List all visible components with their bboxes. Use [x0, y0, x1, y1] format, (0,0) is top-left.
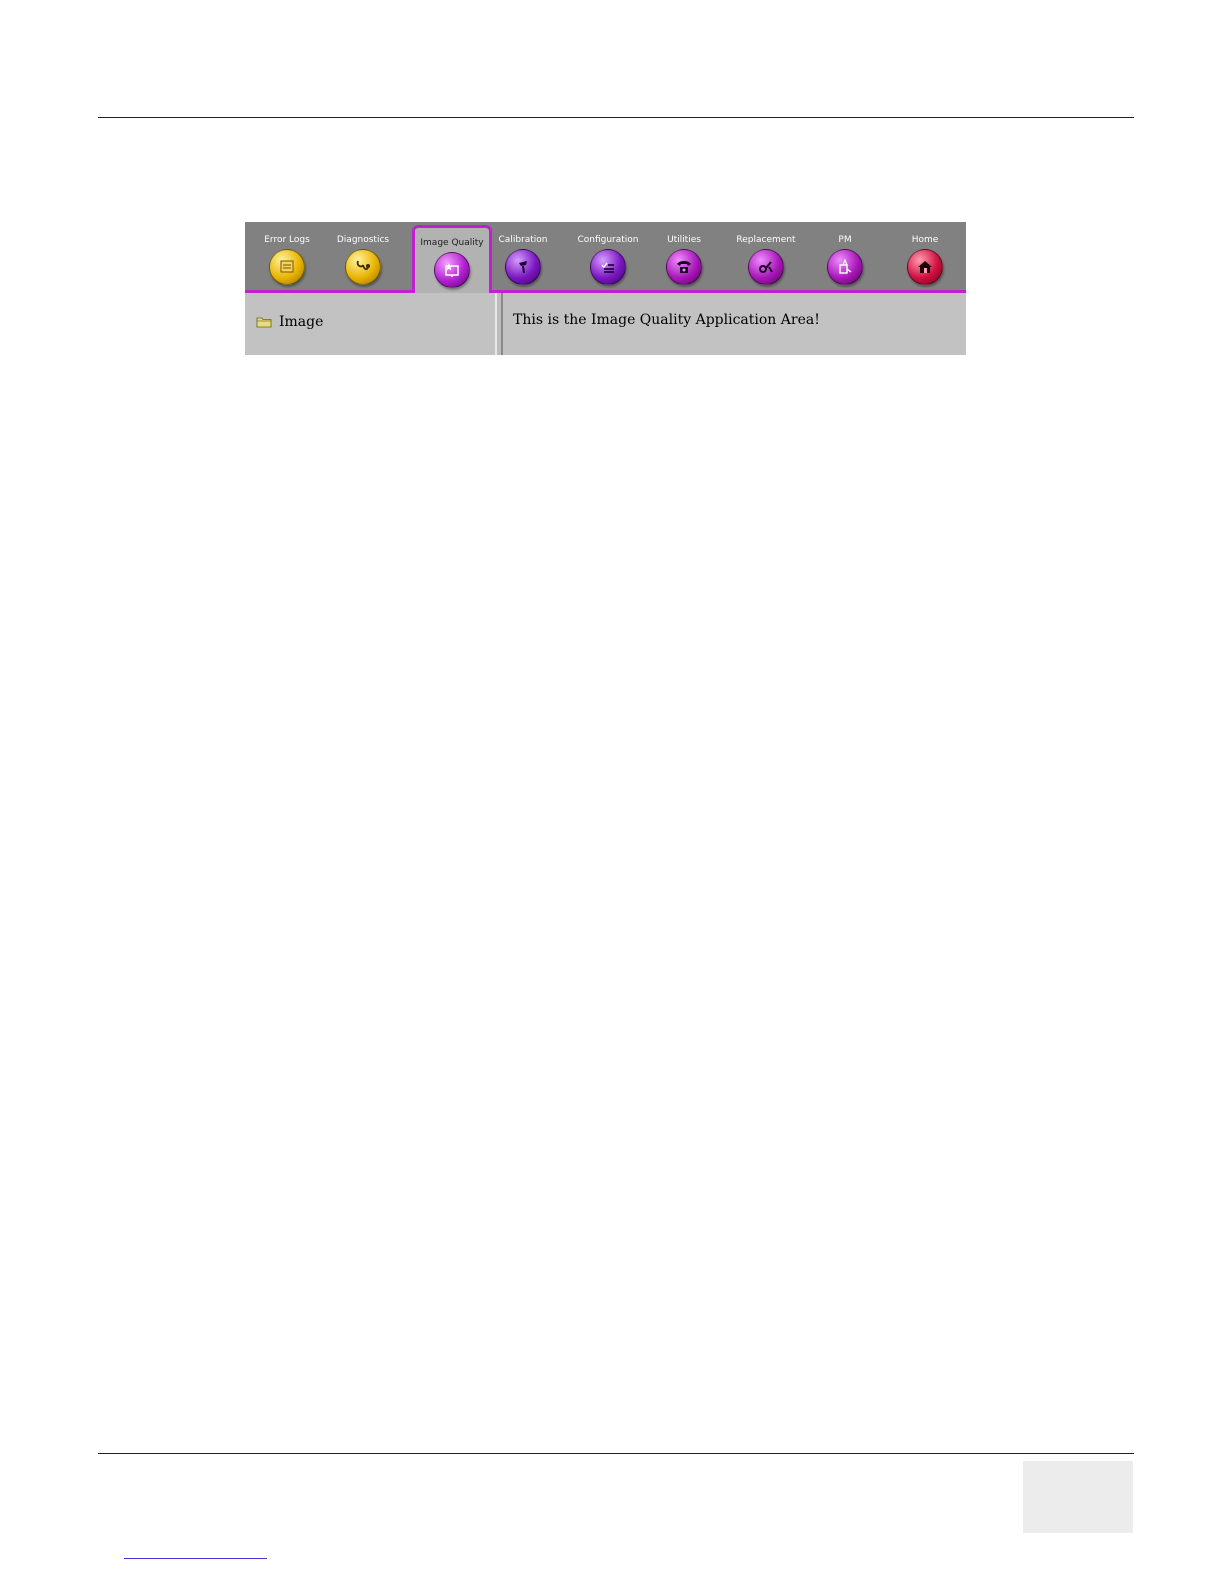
application-area: This is the Image Quality Application Ar…: [501, 293, 966, 355]
application-area-text: This is the Image Quality Application Ar…: [513, 312, 820, 328]
tab-label: Configuration: [577, 235, 639, 245]
phone-icon: [666, 249, 702, 285]
service-screen: Error Logs Diagnostics Image Quality Cal…: [245, 222, 966, 355]
house-icon: [907, 249, 943, 285]
tab-label: Home: [911, 235, 939, 245]
header-rule: [98, 117, 1134, 118]
tree-item-label: Image: [279, 314, 324, 330]
tab-label: Utilities: [667, 235, 701, 245]
tab-pm[interactable]: PM: [805, 222, 885, 290]
tab-home[interactable]: Home: [885, 222, 965, 290]
checklist-icon: [590, 249, 626, 285]
tab-label: Diagnostics: [336, 235, 390, 245]
navigation-tree: Image: [245, 293, 497, 355]
tab-utilities[interactable]: Utilities: [644, 222, 724, 290]
toolbar: Error Logs Diagnostics Image Quality Cal…: [245, 222, 966, 293]
tab-image-quality[interactable]: Image Quality: [412, 225, 492, 293]
log-sheet-icon: [269, 249, 305, 285]
tab-diagnostics[interactable]: Diagnostics: [323, 222, 403, 290]
tab-label: Error Logs: [264, 235, 310, 245]
tab-label: PM: [838, 235, 852, 245]
tab-label: Image Quality: [420, 238, 484, 248]
tab-label: Calibration: [498, 235, 548, 245]
oil-can-icon: [827, 249, 863, 285]
wrench-icon: [748, 249, 784, 285]
page-number-box: [1023, 1461, 1133, 1533]
folder-icon: [256, 317, 272, 328]
tab-calibration[interactable]: Calibration: [483, 222, 563, 290]
tree-item-image[interactable]: Image: [256, 314, 323, 330]
stethoscope-icon: [345, 249, 381, 285]
tab-configuration[interactable]: Configuration: [568, 222, 648, 290]
probe-icon: [505, 249, 541, 285]
footer-link[interactable]: [124, 1558, 267, 1559]
tab-replacement[interactable]: Replacement: [726, 222, 806, 290]
footer-rule: [98, 1453, 1134, 1454]
tab-label: Replacement: [736, 235, 796, 245]
monitor-star-icon: [434, 252, 470, 288]
tab-error-logs[interactable]: Error Logs: [247, 222, 327, 290]
